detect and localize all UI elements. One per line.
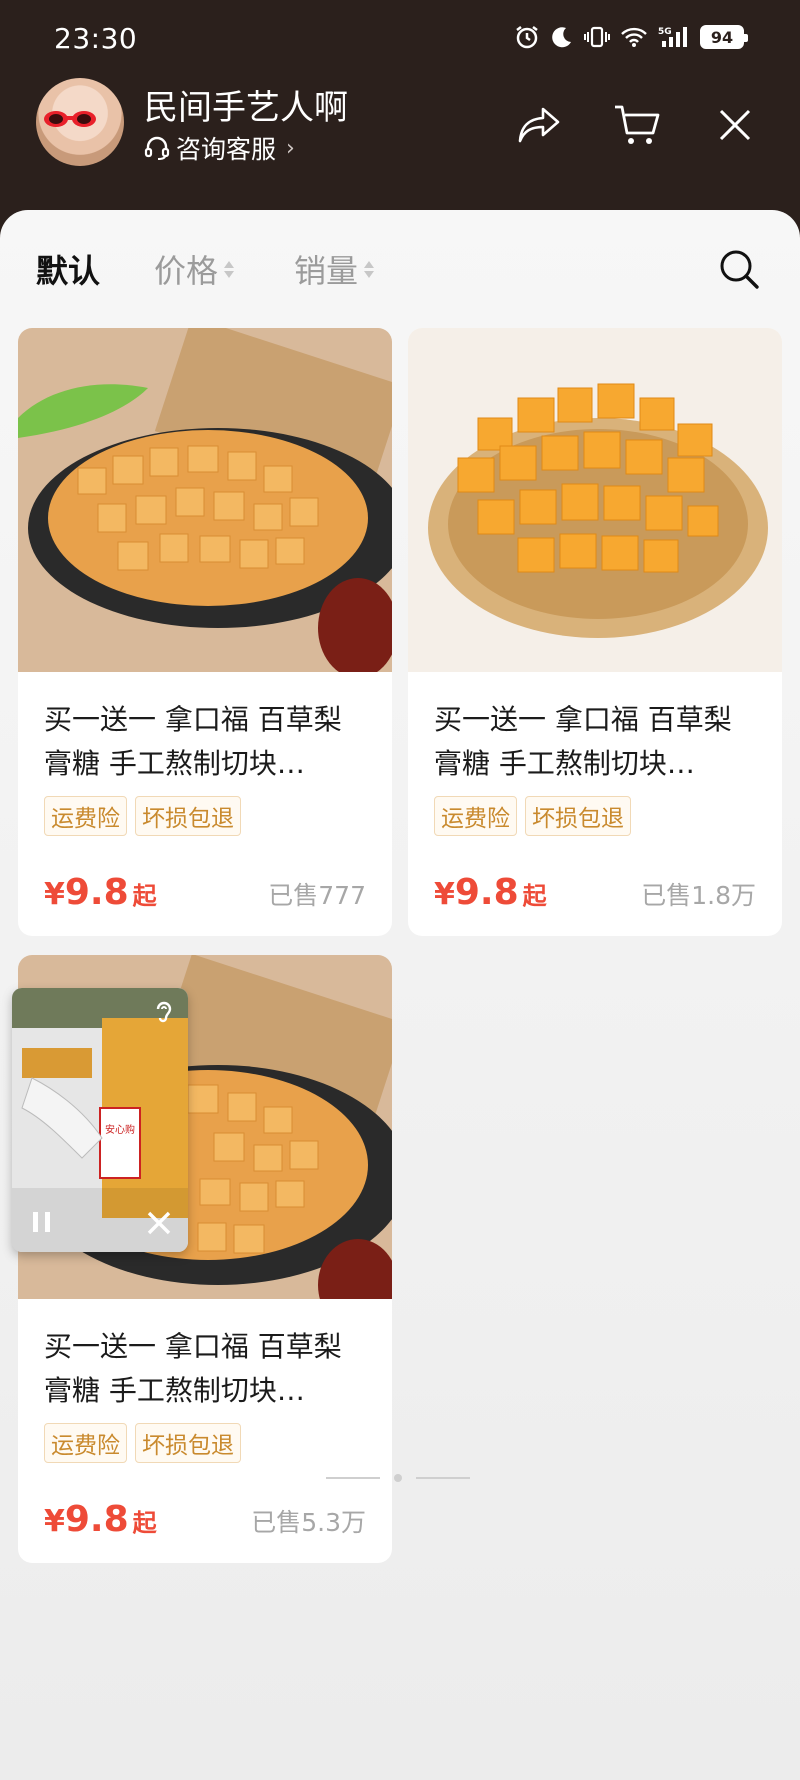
product-info: 买一送一 拿口福 百草梨膏糖 手工熬制切块… 运费险 坏损包退 ¥9.8 起 已售… [18, 1299, 392, 1563]
sort-bar: 默认 价格 销量 [0, 210, 800, 320]
close-icon[interactable] [146, 1210, 172, 1236]
moon-icon [552, 27, 571, 48]
shop-name[interactable]: 民间手艺人啊 [144, 80, 348, 129]
headset-icon [144, 136, 170, 160]
customer-service-link[interactable]: 咨询客服 › [144, 130, 295, 166]
product-info: 买一送一 拿口福 百草梨膏糖 手工熬制切块… 运费险 坏损包退 ¥9.8 起 已售… [18, 672, 392, 936]
search-button[interactable] [716, 246, 762, 292]
sort-sales-label: 销量 [294, 252, 359, 290]
product-tag: 运费险 [434, 796, 517, 836]
share-icon [518, 107, 560, 143]
price-row: ¥9.8 起 已售1.8万 [434, 872, 756, 913]
product-tag: 坏损包退 [525, 796, 631, 836]
product-tag: 运费险 [44, 1423, 127, 1463]
price-row: ¥9.8 起 已售5.3万 [44, 1499, 366, 1540]
shop-header: 民间手艺人啊 咨询客服 › [0, 70, 800, 210]
chevron-right-icon: › [286, 135, 295, 161]
sort-default-tab[interactable]: 默认 [36, 246, 100, 292]
sort-price-tab[interactable]: 价格 [154, 246, 235, 292]
shop-avatar[interactable] [36, 78, 124, 166]
product-tags: 运费险 坏损包退 [434, 796, 756, 836]
ear-icon[interactable] [150, 998, 178, 1026]
product-tags: 运费险 坏损包退 [44, 796, 366, 836]
pager-line [326, 1477, 380, 1479]
status-time: 23:30 [54, 22, 138, 55]
alarm-icon [516, 26, 538, 49]
product-price: ¥9.8 起 [434, 872, 547, 913]
floating-video-player[interactable]: 安心购 [12, 988, 188, 1252]
product-tag: 运费险 [44, 796, 127, 836]
cart-icon [615, 105, 660, 144]
customer-service-label: 咨询客服 [176, 135, 277, 164]
status-icons: 5G 94 [514, 24, 748, 50]
product-title[interactable]: 买一送一 拿口福 百草梨膏糖 手工熬制切块… [434, 698, 756, 786]
product-photo [408, 328, 782, 672]
video-sign-text: 安心购 [105, 1123, 135, 1136]
cart-button[interactable] [612, 100, 662, 150]
search-icon [720, 250, 759, 289]
product-price: ¥9.8 起 [44, 1499, 157, 1540]
pager-line [416, 1477, 470, 1479]
product-tags: 运费险 坏损包退 [44, 1423, 366, 1463]
sort-arrows-icon [224, 260, 235, 278]
battery-indicator: 94 [700, 25, 748, 49]
sort-sales-tab[interactable]: 销量 [294, 246, 375, 292]
share-button[interactable] [514, 100, 564, 150]
sort-price-label: 价格 [154, 252, 219, 290]
close-icon [719, 109, 751, 141]
product-card[interactable]: 买一送一 拿口福 百草梨膏糖 手工熬制切块… 运费险 坏损包退 ¥9.8 起 已售… [408, 328, 782, 936]
close-button[interactable] [710, 100, 760, 150]
product-title[interactable]: 买一送一 拿口福 百草梨膏糖 手工熬制切块… [44, 1325, 366, 1413]
page-indicator [326, 1474, 470, 1482]
product-title[interactable]: 买一送一 拿口福 百草梨膏糖 手工熬制切块… [44, 698, 366, 786]
product-photo [18, 328, 392, 672]
product-tag: 坏损包退 [135, 796, 241, 836]
product-image[interactable] [408, 328, 782, 672]
cellular-5g-icon: 5G [658, 27, 687, 47]
pager-dot [394, 1474, 402, 1482]
sold-count: 已售1.8万 [641, 881, 756, 910]
sort-default-label: 默认 [36, 252, 101, 290]
product-price: ¥9.8 起 [44, 872, 157, 913]
product-info: 买一送一 拿口福 百草梨膏糖 手工熬制切块… 运费险 坏损包退 ¥9.8 起 已售… [408, 672, 782, 936]
svg-text:5G: 5G [658, 27, 672, 37]
vibrate-icon [584, 26, 610, 48]
product-card[interactable]: 买一送一 拿口福 百草梨膏糖 手工熬制切块… 运费险 坏损包退 ¥9.8 起 已售… [18, 328, 392, 936]
product-image[interactable] [18, 328, 392, 672]
pause-icon[interactable] [30, 1210, 54, 1234]
header-actions [514, 100, 760, 150]
product-tag: 坏损包退 [135, 1423, 241, 1463]
wifi-icon [621, 27, 647, 47]
sort-arrows-icon [364, 260, 375, 278]
sold-count: 已售5.3万 [251, 1508, 366, 1537]
avatar-sunglasses [44, 111, 96, 127]
sold-count: 已售777 [268, 881, 366, 910]
price-row: ¥9.8 起 已售777 [44, 872, 366, 913]
status-bar: 23:30 5G 94 [0, 0, 800, 80]
